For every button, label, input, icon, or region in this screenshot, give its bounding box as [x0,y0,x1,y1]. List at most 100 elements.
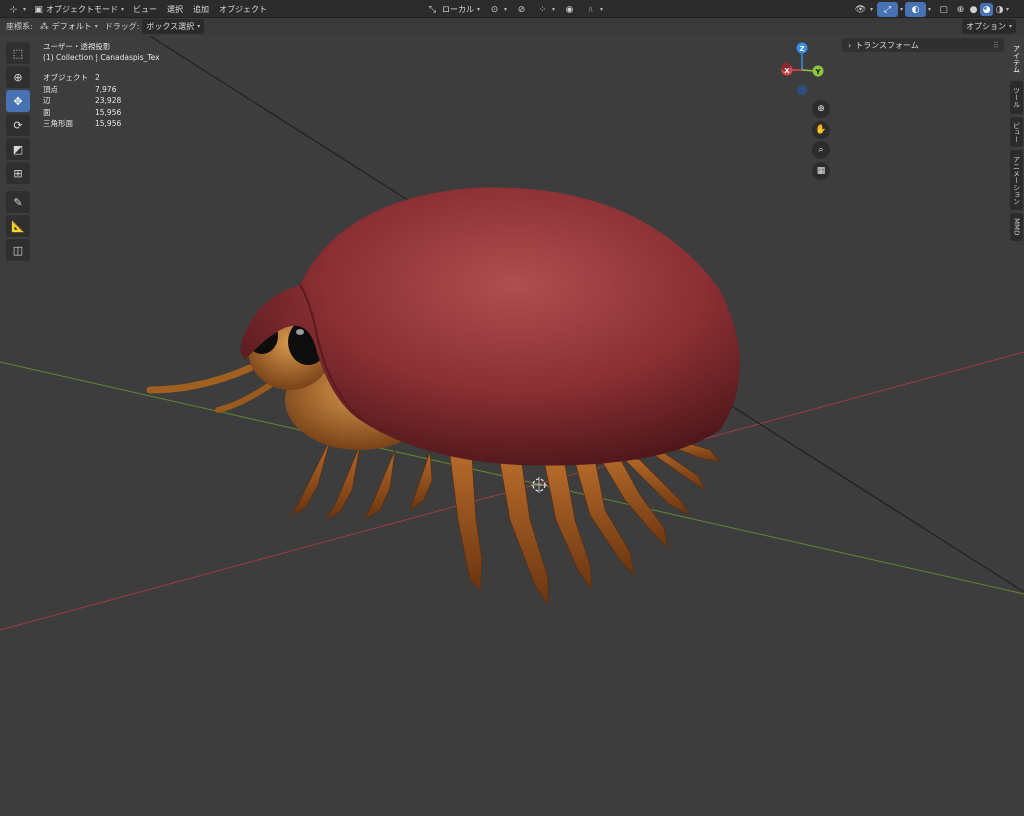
eye-highlight [296,329,304,335]
perspective-toggle-button[interactable]: ▦ [812,162,830,180]
scale-icon: ◩ [12,142,24,156]
eye-icon: 👁 [854,4,867,15]
measure-icon: 📐 [11,219,25,233]
snap-toggle[interactable]: ⊘ [511,2,532,17]
shading-dropdown[interactable]: ▾ [1006,6,1009,13]
drag-value: ボックス選択 [146,22,195,31]
antenna [215,382,273,413]
stat-row: 面 15,956 [43,107,122,117]
stat-row: 三角形面 15,956 [43,119,122,128]
menu-select[interactable]: 選択 [162,4,188,15]
stat-row: 辺 23,928 [43,96,122,105]
menu-add[interactable]: 追加 [188,4,214,15]
coord-value: デフォルト [51,22,92,31]
options-label: オプション [966,22,1006,31]
header-bar: ⊹ ▾ ▣ オブジェクトモード ▾ ビュー 選択 追加 オブジェクト ⤡ ローカル ▾ ⊙… [0,0,1024,18]
cursor-tool[interactable]: ⊕ [6,66,30,88]
transform-orientation-dropdown[interactable]: ⤡ ローカル ▾ [422,2,484,17]
drag-label: ドラッグ: [104,22,140,31]
overlay-icon: ◐ [911,4,920,15]
orientation-icon: ⤡ [428,4,437,15]
snap-grid-icon: ⁘ [538,4,547,15]
snap-dropdown[interactable]: ⁘ ▾ [532,2,559,17]
scene-statistics: オブジェクト 2 頂点 7,976 辺 23,928 面 15,956 三角形面 15,9… [43,72,121,130]
pivot-icon: ⊙ [490,4,499,15]
visibility-dropdown[interactable]: 👁 ▾ [850,2,877,17]
proportional-editing-toggle[interactable]: ◉ [559,2,580,17]
pivot-dropdown[interactable]: ⊙ ▾ [484,2,511,17]
xray-toggle[interactable]: ▢ [933,2,954,17]
options-dropdown[interactable]: オプション ▾ [962,19,1017,34]
tab-tool[interactable]: ツール [1010,81,1023,114]
editor-type-button[interactable]: ⊹ ▾ [3,2,30,17]
stat-row: オブジェクト 2 [43,73,100,82]
annotate-tool[interactable]: ✎ [6,191,30,213]
leg [363,449,396,521]
leg [409,451,433,511]
mode-label: オブジェクトモード [46,5,119,14]
falloff-icon: ∧ [587,4,594,15]
annotate-icon: ✎ [13,195,23,209]
move-tool[interactable]: ✥ [6,90,30,112]
gizmo-z-label: Z [799,45,804,53]
hand-icon: ✋ [815,125,827,135]
gizmo-icon: ⤢ [883,4,892,15]
camera-icon: ⌕ [818,145,824,155]
scale-tool[interactable]: ◩ [6,138,30,160]
tab-mmd[interactable]: MMD [1010,213,1023,241]
view-name: ユーザー・透視投影 [43,42,111,51]
proportional-icon: ◉ [565,4,574,15]
leg [449,454,483,591]
zoom-button[interactable]: ⊕ [812,100,830,118]
stat-row: 頂点 7,976 [43,84,117,94]
falloff-dropdown[interactable]: ∧ ▾ [580,2,607,17]
rotate-tool[interactable]: ⟳ [6,114,30,136]
leg [324,444,361,521]
chevron-right-icon: › [848,40,852,50]
sidebar-tabs: アイテム ツール ビュー アニメーション MMD [1010,40,1023,244]
leg [291,439,331,516]
rendered-shading-icon[interactable]: ◑ [993,3,1006,16]
add-cube-tool[interactable]: ◫ [6,239,30,261]
drag-handle-icon[interactable]: ⠿ [993,41,999,50]
tab-item[interactable]: アイテム [1010,40,1023,78]
camera-view-button[interactable]: ⌕ [812,141,830,159]
coord-label: 座標系: [6,22,33,31]
tab-animation[interactable]: アニメーション [1010,150,1023,210]
transform-icon: ⊞ [13,166,23,180]
measure-tool[interactable]: 📐 [6,215,30,237]
wireframe-shading-icon[interactable]: ⊕ [954,3,967,16]
material-shading-icon[interactable]: ◕ [980,3,994,16]
tab-view[interactable]: ビュー [1010,117,1023,147]
pan-button[interactable]: ✋ [812,121,830,139]
object-mode-icon: ▣ [34,4,43,15]
view-info: ユーザー・透視投影 (1) Collection | Canadaspis_Te… [43,41,160,63]
toolbar: ⬚ ⊕ ✥ ⟳ ◩ ⊞ ✎ 📐 ◫ [6,42,30,263]
zoom-icon: ⊕ [817,104,825,114]
coord-dropdown[interactable]: ⁂ デフォルト ▾ [36,19,102,34]
add-cube-icon: ◫ [12,243,24,257]
snap-icon: ⊘ [517,4,526,15]
drag-dropdown[interactable]: ボックス選択 ▾ [142,19,205,34]
navigation-gizmo[interactable]: Z Y X [781,42,824,96]
tool-settings-bar: 座標系: ⁂ デフォルト ▾ ドラッグ: ボックス選択 ▾ オプション ▾ [0,18,1024,35]
overlay-toggle[interactable]: ◐ [905,2,927,17]
gizmo-toggle[interactable]: ⤢ [877,2,899,17]
select-cursor-icon: ⬚ [12,46,24,60]
mode-dropdown[interactable]: ▣ オブジェクトモード ▾ [30,2,129,17]
move-icon: ✥ [13,94,23,108]
viewport-editor-icon: ⊹ [9,4,18,15]
menu-object[interactable]: オブジェクト [214,4,272,15]
3d-cursor-icon: ⊕ [13,70,23,84]
solid-shading-icon[interactable]: ● [967,3,980,16]
3d-viewport[interactable]: Z Y X [0,36,1024,816]
orientation-label: ローカル [442,5,474,14]
antenna [146,364,254,394]
rotate-icon: ⟳ [13,118,23,132]
gizmo-y-label: Y [814,68,821,76]
3d-cursor [531,477,547,493]
select-box-tool[interactable]: ⬚ [6,42,30,64]
transform-panel-header[interactable]: › トランスフォーム ⠿ [842,38,1004,52]
transform-tool[interactable]: ⊞ [6,162,30,184]
menu-view[interactable]: ビュー [128,4,162,15]
